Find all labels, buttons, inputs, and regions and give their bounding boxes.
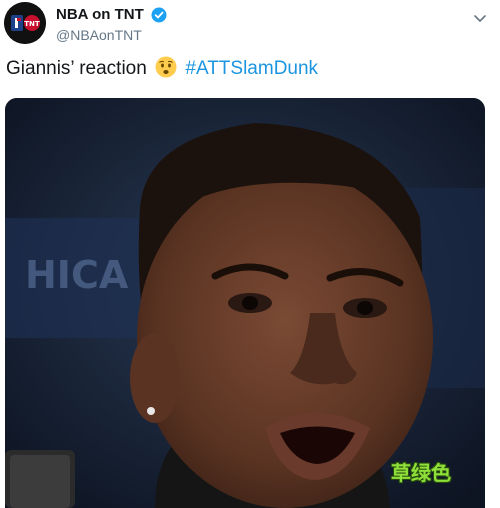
video-frame: HICA	[5, 98, 485, 508]
background-sign-text: HICA	[25, 253, 129, 297]
chevron-down-icon[interactable]	[472, 10, 488, 26]
author-info: NBA on TNT @NBAonTNT	[56, 6, 167, 43]
avatar[interactable]: TNT	[4, 2, 46, 44]
tweet-media-video[interactable]: HICA 草绿色	[5, 98, 485, 508]
nba-tnt-logo-icon: TNT	[4, 2, 46, 44]
tweet-header: TNT NBA on TNT @NBAonTNT	[0, 0, 500, 50]
hashtag-link[interactable]: #ATTSlamDunk	[185, 58, 318, 79]
verified-badge-icon	[151, 7, 167, 23]
svg-text:TNT: TNT	[24, 20, 40, 28]
author-handle[interactable]: @NBAonTNT	[56, 27, 167, 43]
worried-face-icon	[155, 56, 177, 78]
watermark-text: 草绿色	[391, 461, 451, 485]
author-display-name[interactable]: NBA on TNT	[56, 6, 144, 23]
tweet-text: Giannis’ reaction #ATTSlamDunk	[6, 56, 318, 80]
tweet-body-text: Giannis’ reaction	[6, 58, 147, 79]
tweet-card: TNT NBA on TNT @NBAonTNT Giannis’ reacti…	[0, 0, 500, 508]
